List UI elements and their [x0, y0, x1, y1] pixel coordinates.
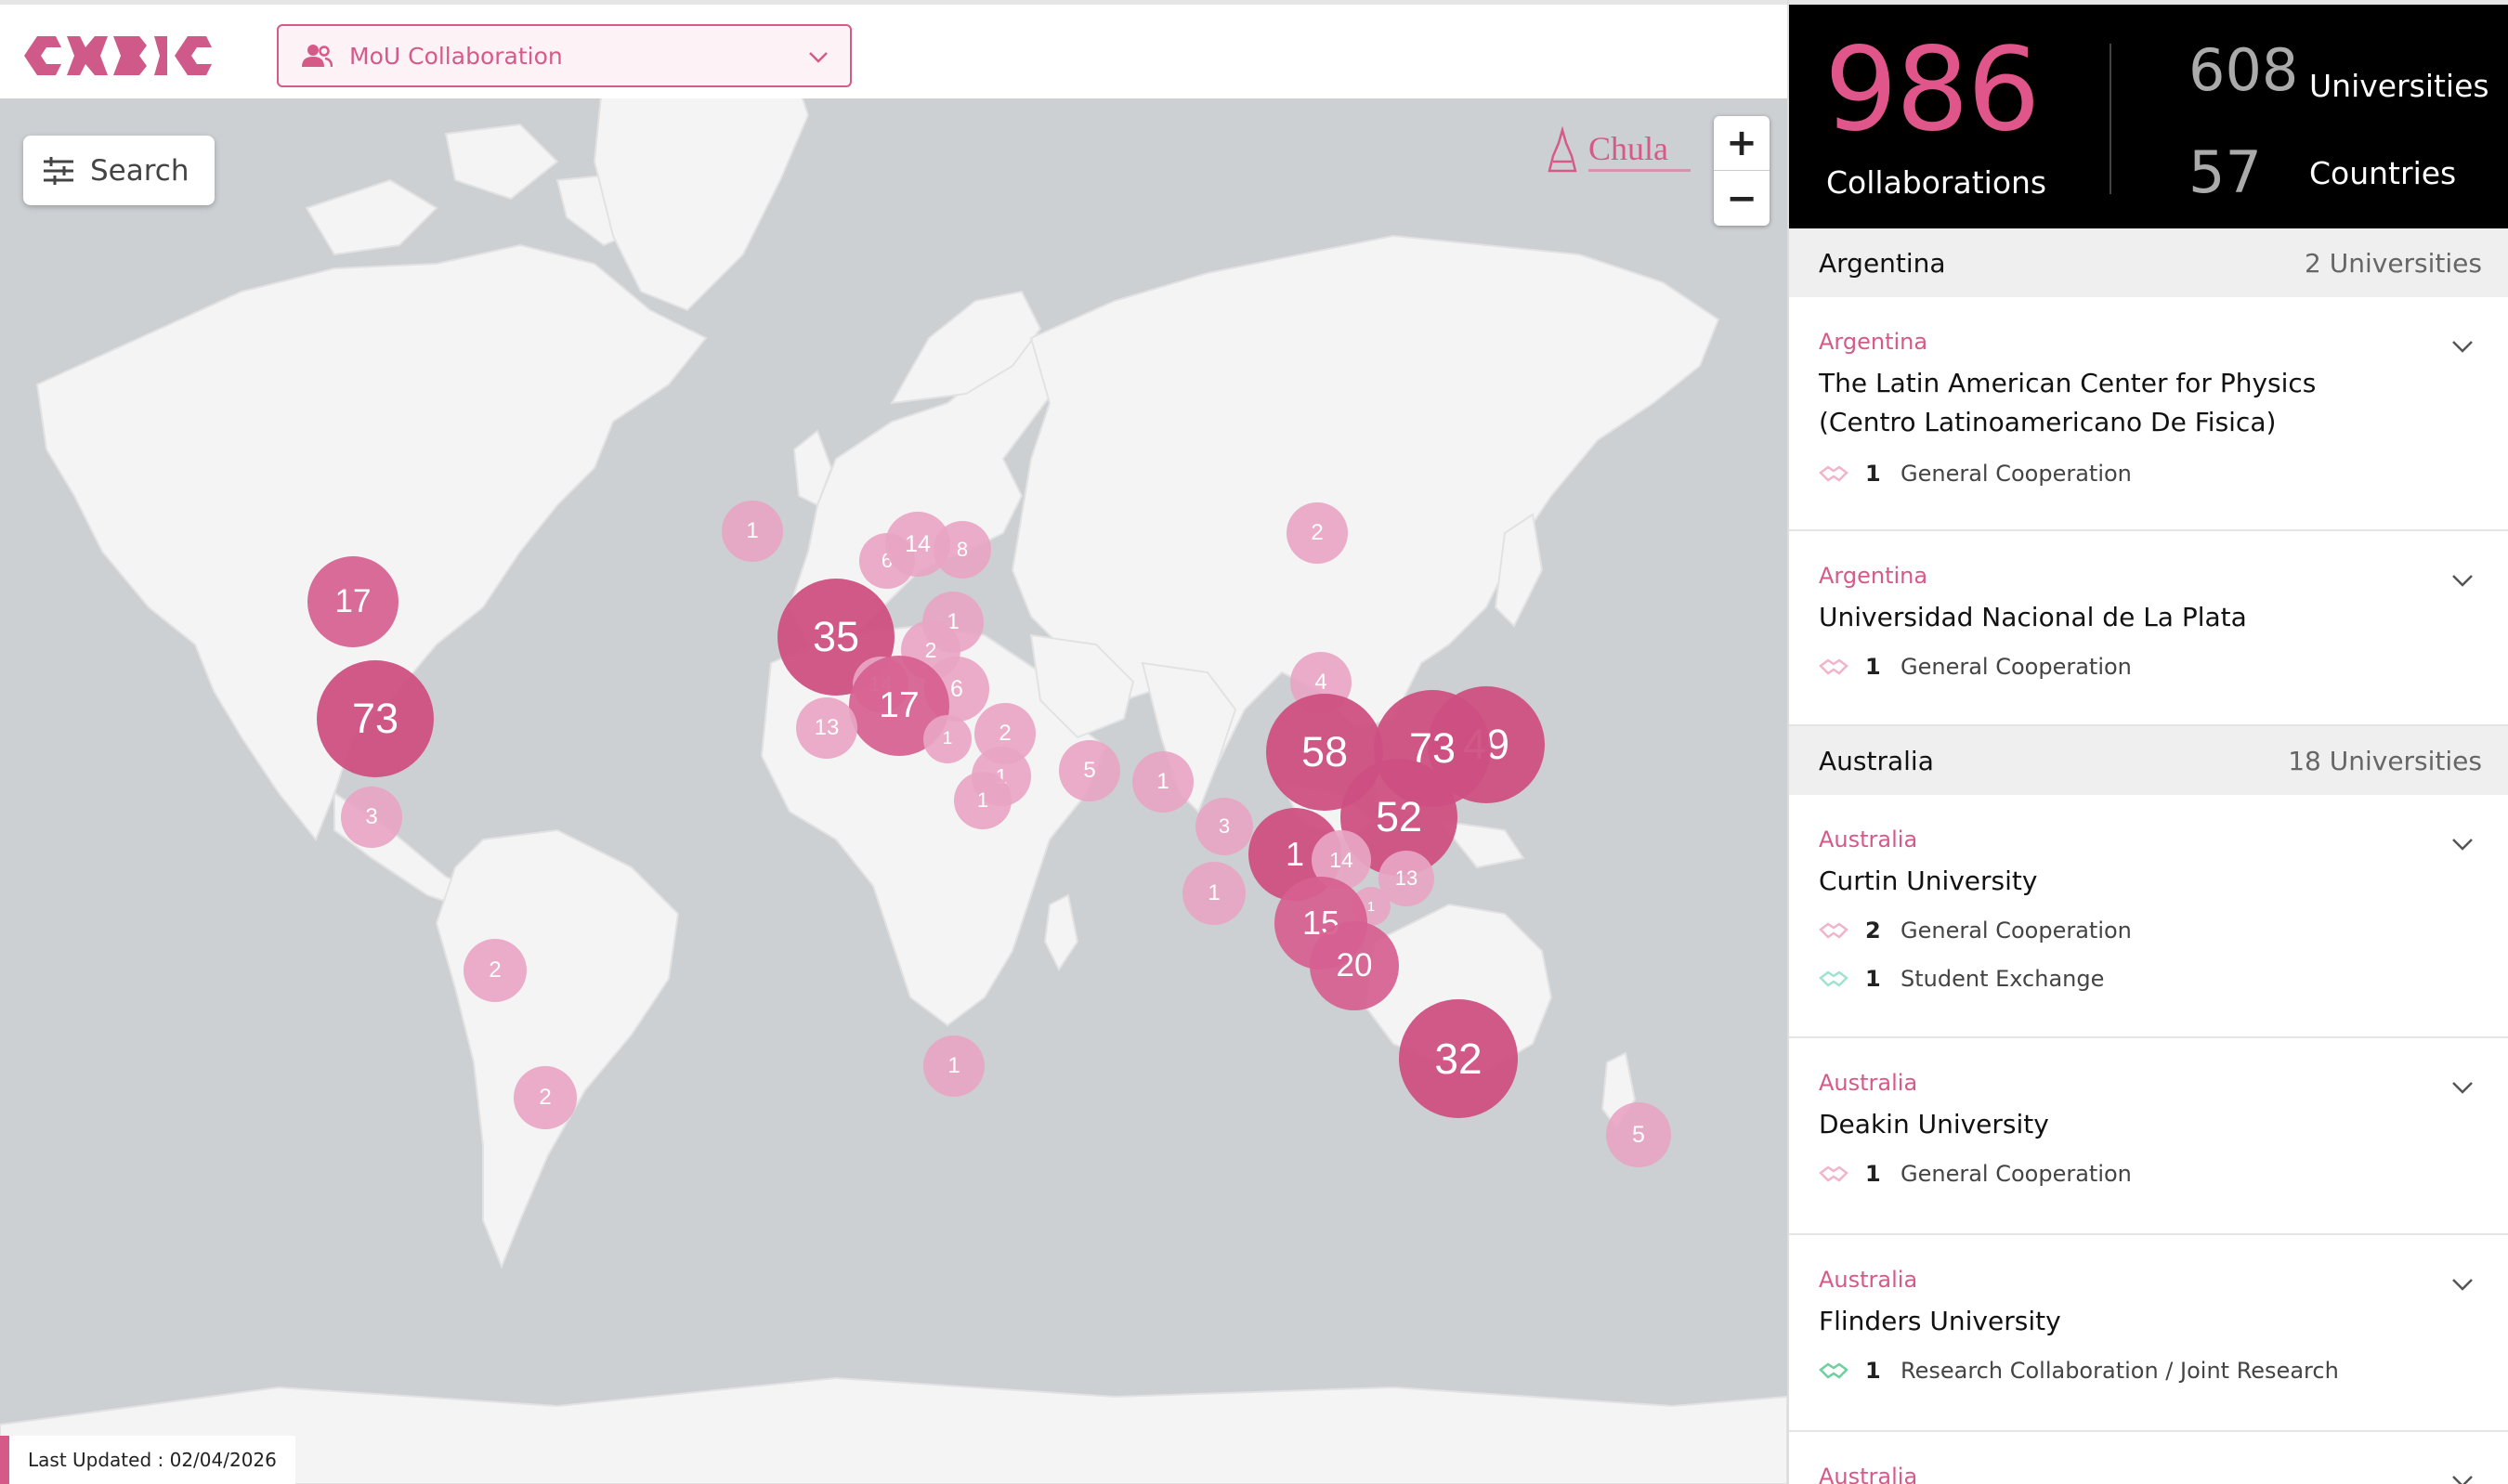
- country-group-header: Argentina 2 Universities: [1789, 228, 2508, 297]
- group-country: Australia: [1819, 745, 1934, 776]
- cluster-marker[interactable]: 13: [796, 697, 857, 759]
- collaboration-row: 1 General Cooperation: [1819, 449, 2478, 498]
- row-type: General Cooperation: [1901, 461, 2132, 487]
- collaboration-row: 1 Research Collaboration / Joint Researc…: [1819, 1347, 2478, 1395]
- chevron-down-icon[interactable]: [2450, 836, 2475, 853]
- countries-count: 57: [2188, 138, 2262, 206]
- card-university-name: Universidad Nacional de La Plata: [1819, 602, 2247, 632]
- row-count: 1: [1865, 1358, 1881, 1384]
- cluster-marker[interactable]: 1: [722, 501, 783, 562]
- collaborations-count: 986: [1824, 23, 2041, 157]
- university-card[interactable]: Australia Curtin University 2 General Co…: [1789, 795, 2508, 1038]
- university-card[interactable]: Australia: [1789, 1432, 2508, 1484]
- row-type: General Cooperation: [1901, 1161, 2132, 1187]
- university-card[interactable]: Argentina The Latin American Center for …: [1789, 297, 2508, 531]
- group-count: 2 Universities: [2305, 247, 2482, 279]
- chevron-down-icon[interactable]: [2450, 572, 2475, 589]
- chula-wordmark: Chula: [1588, 130, 1668, 167]
- cluster-marker[interactable]: 3: [341, 787, 402, 848]
- country-group-header: Australia 18 Universities: [1789, 726, 2508, 795]
- chevron-down-icon[interactable]: [2450, 338, 2475, 355]
- card-university-name: Deakin University: [1819, 1109, 2049, 1139]
- row-count: 1: [1865, 1161, 1881, 1187]
- card-country: Australia: [1819, 1464, 1918, 1484]
- cluster-marker[interactable]: 17: [307, 556, 398, 647]
- cluster-marker[interactable]: 2: [1287, 502, 1348, 564]
- chevron-down-icon[interactable]: [2450, 1276, 2475, 1293]
- filter-sliders-icon: [44, 156, 73, 185]
- last-updated-label: Last Updated : 02/04/2026: [0, 1436, 295, 1484]
- university-card[interactable]: Australia Flinders University 1 Research…: [1789, 1235, 2508, 1432]
- cluster-marker[interactable]: 2: [464, 939, 527, 1002]
- cluster-marker[interactable]: 5: [1606, 1102, 1671, 1167]
- card-country: Australia: [1819, 1267, 1918, 1293]
- collaboration-row: 1 General Cooperation: [1819, 1150, 2478, 1198]
- row-count: 1: [1865, 654, 1881, 680]
- cluster-marker[interactable]: 1: [954, 772, 1012, 829]
- chevron-down-icon[interactable]: [2450, 1079, 2475, 1096]
- handshake-icon: [1819, 922, 1848, 939]
- university-card[interactable]: Australia Deakin University 1 General Co…: [1789, 1038, 2508, 1235]
- cluster-marker[interactable]: 3: [1195, 798, 1253, 855]
- row-count: 1: [1865, 966, 1881, 992]
- collaboration-row: 2 General Cooperation: [1819, 906, 2478, 955]
- group-count: 18 Universities: [2288, 745, 2482, 776]
- zoom-control: + −: [1714, 116, 1770, 226]
- cluster-marker[interactable]: 1: [923, 715, 972, 763]
- chula-watermark: Chula: [1548, 125, 1691, 173]
- universities-count: 608: [2188, 36, 2299, 104]
- row-type: General Cooperation: [1901, 654, 2132, 680]
- row-count: 2: [1865, 918, 1881, 944]
- handshake-icon: [1819, 465, 1848, 482]
- handshake-research-icon: [1819, 1362, 1848, 1379]
- universities-label: Universities: [2309, 68, 2489, 104]
- cluster-marker[interactable]: 8: [934, 521, 991, 579]
- zoom-out-button[interactable]: −: [1714, 171, 1770, 226]
- row-type: Research Collaboration / Joint Research: [1901, 1358, 2339, 1384]
- cluster-marker[interactable]: 20: [1310, 921, 1399, 1010]
- map-area: MoU Collaboration 1614821773335121461713…: [0, 0, 1787, 1484]
- handshake-exchange-icon: [1819, 970, 1848, 987]
- collaborations-label: Collaborations: [1826, 164, 2047, 201]
- handshake-icon: [1819, 1165, 1848, 1182]
- handshake-icon: [1819, 658, 1848, 675]
- cluster-marker[interactable]: 32: [1399, 999, 1518, 1118]
- university-card[interactable]: Argentina Universidad Nacional de La Pla…: [1789, 531, 2508, 726]
- row-count: 1: [1865, 461, 1881, 487]
- cluster-marker[interactable]: 1: [1132, 751, 1194, 813]
- card-country: Argentina: [1819, 329, 1928, 355]
- cluster-marker[interactable]: 73: [317, 660, 434, 777]
- card-country: Australia: [1819, 1070, 1918, 1096]
- card-country: Argentina: [1819, 563, 1928, 589]
- zoom-in-button[interactable]: +: [1714, 116, 1770, 171]
- collaboration-row: 1 Student Exchange: [1819, 955, 2478, 1003]
- app-root: MoU Collaboration 1614821773335121461713…: [0, 0, 2508, 1484]
- chevron-down-icon[interactable]: [2450, 1473, 2475, 1484]
- cluster-marker[interactable]: 2: [514, 1066, 577, 1129]
- countries-label: Countries: [2309, 155, 2457, 191]
- stats-divider: [2110, 44, 2111, 194]
- row-type: General Cooperation: [1901, 918, 2132, 944]
- search-filter-button[interactable]: Search: [23, 136, 215, 205]
- card-university-name: Flinders University: [1819, 1306, 2061, 1336]
- row-type: Student Exchange: [1901, 966, 2105, 992]
- results-panel[interactable]: 986 Collaborations 608 Universities 57 C…: [1787, 0, 2508, 1484]
- card-university-name: The Latin American Center for Physics (C…: [1819, 368, 2317, 437]
- search-label: Search: [90, 153, 189, 188]
- collaboration-row: 1 General Cooperation: [1819, 643, 2478, 691]
- cluster-markers: 1614821773335121461713121151449587352311…: [0, 0, 1787, 1484]
- cluster-marker[interactable]: 5: [1059, 740, 1120, 801]
- cluster-marker[interactable]: 1: [1182, 862, 1246, 925]
- cluster-marker[interactable]: 1: [923, 1035, 985, 1097]
- card-university-name: Curtin University: [1819, 866, 2038, 896]
- group-country: Argentina: [1819, 247, 1946, 279]
- card-country: Australia: [1819, 827, 1918, 853]
- stats-header: 986 Collaborations 608 Universities 57 C…: [1789, 0, 2508, 228]
